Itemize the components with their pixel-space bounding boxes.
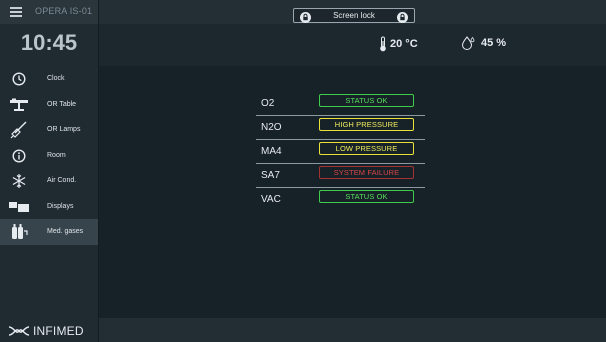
info-icon xyxy=(9,147,29,165)
sidebar-item-label: OR Table xyxy=(47,100,77,108)
screen-lock-label: Screen lock xyxy=(333,11,375,20)
displays-icon xyxy=(9,198,29,216)
gas-cylinders-icon xyxy=(9,223,29,241)
sidebar-item-label: Displays xyxy=(47,202,74,210)
water-drop-icon xyxy=(461,36,475,50)
gas-status-badge[interactable]: LOW PRESSURE xyxy=(319,142,414,155)
temperature-readout: 20 °C xyxy=(379,36,418,52)
gas-row-o2: O2 STATUS OK xyxy=(256,92,425,116)
hamburger-menu-icon[interactable] xyxy=(10,7,22,17)
clock-icon xyxy=(9,70,29,88)
sidebar: OPERA IS-01 10:45 Clock OR Table OR Lamp… xyxy=(0,0,99,342)
sidebar-item-air-cond[interactable]: Air Cond. xyxy=(0,168,98,194)
sidebar-header: OPERA IS-01 xyxy=(0,0,98,24)
logo-text: INFIMED xyxy=(33,324,84,338)
sidebar-item-or-lamps[interactable]: OR Lamps xyxy=(0,117,98,143)
gas-name: O2 xyxy=(261,98,275,109)
lock-icon xyxy=(397,10,408,23)
thermometer-icon xyxy=(380,36,386,52)
sidebar-item-room[interactable]: Room xyxy=(0,143,98,169)
lock-icon xyxy=(300,10,311,23)
clock-display: 10:45 xyxy=(20,30,78,55)
sidebar-item-label: Room xyxy=(47,151,66,159)
sidebar-item-displays[interactable]: Displays xyxy=(0,194,98,220)
sidebar-item-label: Clock xyxy=(47,75,65,82)
sidebar-item-label: OR Lamps xyxy=(47,126,81,133)
gas-row-sa7: SA7 SYSTEM FAILURE xyxy=(256,164,425,188)
or-lamp-icon xyxy=(9,121,29,139)
sidebar-item-label: Air Cond. xyxy=(47,177,77,184)
bottom-bar xyxy=(99,318,606,342)
or-table-icon xyxy=(9,96,29,114)
sidebar-item-clock[interactable]: Clock xyxy=(0,66,98,92)
snowflake-icon xyxy=(9,172,29,190)
sidebar-item-or-table[interactable]: OR Table xyxy=(0,92,98,118)
temperature-value: 20 °C xyxy=(390,38,418,50)
humidity-readout: 45 % xyxy=(461,36,506,50)
infimed-logo: INFIMED xyxy=(8,324,84,338)
gas-row-ma4: MA4 LOW PRESSURE xyxy=(256,140,425,164)
gas-name: SA7 xyxy=(261,170,280,181)
gas-status-badge[interactable]: HIGH PRESSURE xyxy=(319,118,414,131)
humidity-value: 45 % xyxy=(481,37,507,49)
environment-bar: 20 °C 45 % xyxy=(99,24,606,66)
sidebar-item-med-gases[interactable]: Med. gases xyxy=(0,219,98,245)
infinity-logo-icon xyxy=(8,326,30,336)
gas-row-n2o: N2O HIGH PRESSURE xyxy=(256,116,425,140)
sidebar-menu: Clock OR Table OR Lamps Room Air Cond. D… xyxy=(0,66,98,245)
gas-name: N2O xyxy=(261,122,282,133)
screen-lock-button[interactable]: Screen lock xyxy=(293,8,415,23)
gas-status-badge[interactable]: STATUS OK xyxy=(319,94,414,107)
gas-name: VAC xyxy=(261,194,281,205)
gas-name: MA4 xyxy=(261,146,282,157)
sidebar-item-label: Med. gases xyxy=(47,228,84,235)
device-name: OPERA IS-01 xyxy=(35,6,93,16)
med-gases-table: O2 STATUS OK N2O HIGH PRESSURE MA4 LOW P… xyxy=(256,92,425,211)
gas-status-badge[interactable]: STATUS OK xyxy=(319,190,414,203)
gas-row-vac: VAC STATUS OK xyxy=(256,188,425,211)
top-bar: Screen lock xyxy=(99,0,606,24)
gas-status-badge[interactable]: SYSTEM FAILURE xyxy=(319,166,414,179)
